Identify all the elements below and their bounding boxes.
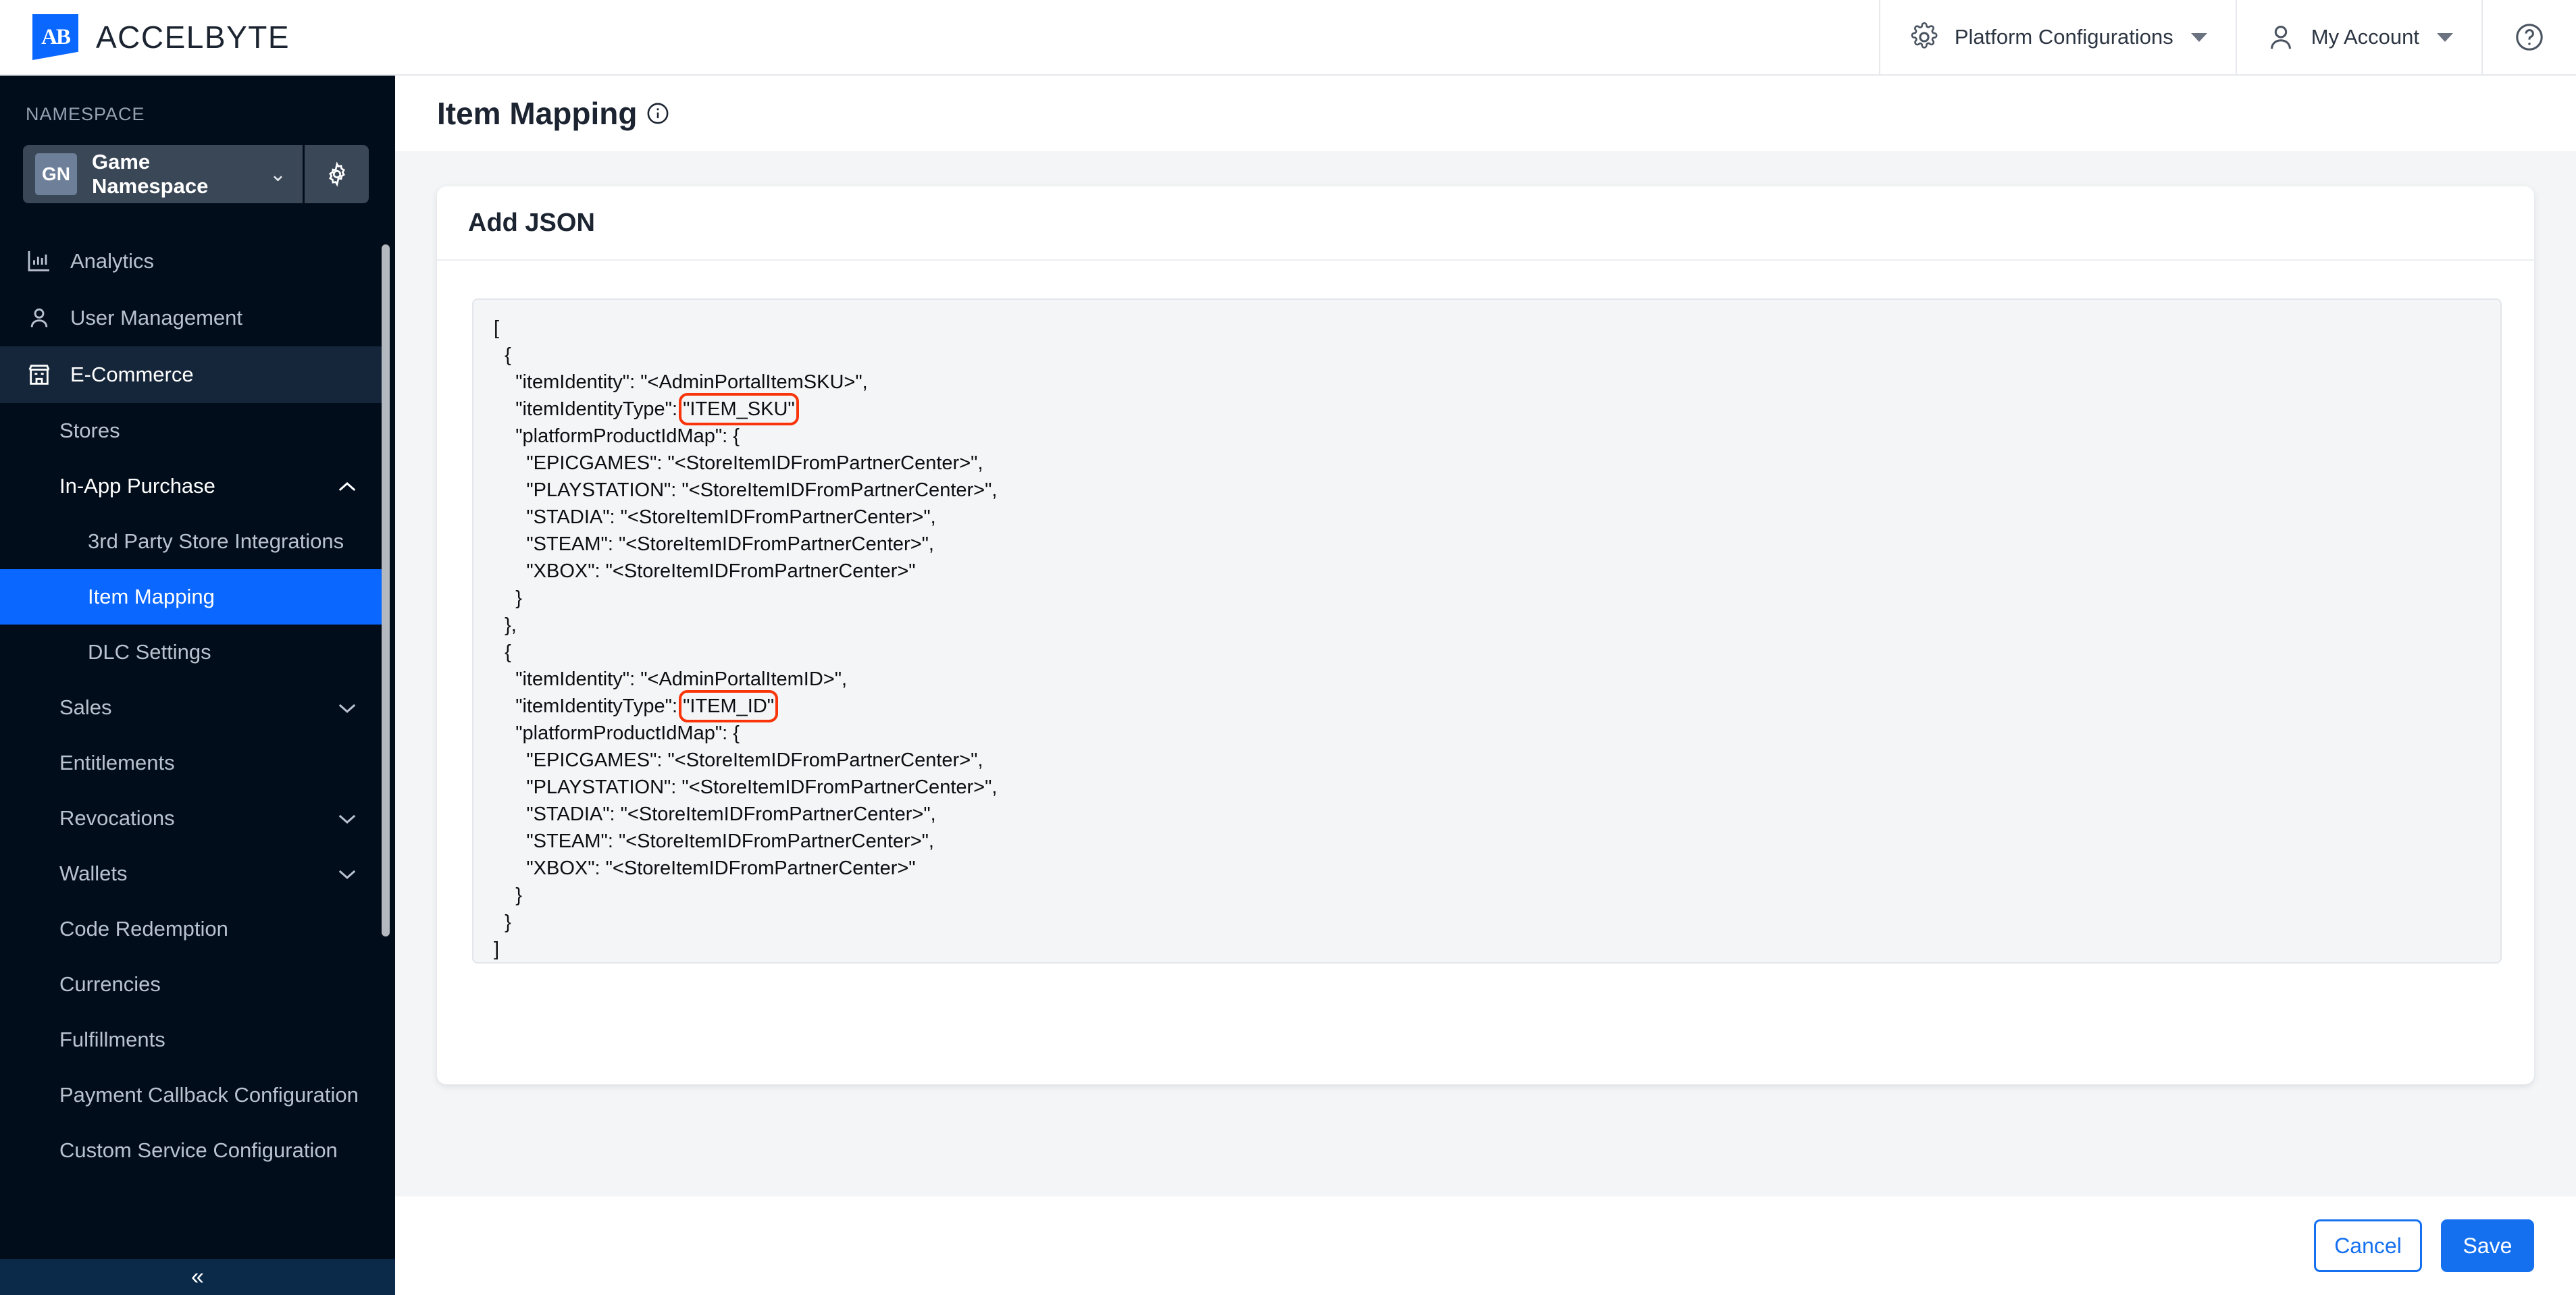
platform-configurations-menu[interactable]: Platform Configurations — [1878, 0, 2236, 75]
sidebar-item-sales[interactable]: Sales — [0, 680, 387, 735]
namespace-select[interactable]: GN Game Namespace ⌄ — [23, 145, 303, 203]
sidebar-item-label: Analytics — [70, 249, 155, 273]
page-title: Item Mapping — [437, 96, 638, 131]
sidebar-item-e-commerce[interactable]: E-Commerce — [0, 346, 387, 403]
sidebar-item-label: E-Commerce — [70, 363, 194, 386]
sidebar: NAMESPACE GN Game Namespace ⌄ Analytics U… — [0, 76, 395, 1295]
code-segment-2: , "platformProductIdMap": { "EPICGAMES":… — [505, 398, 998, 717]
sidebar-item-label: Item Mapping — [88, 585, 215, 608]
chevron-down-icon — [2190, 32, 2207, 42]
sidebar-item-payment-callback-configuration[interactable]: Payment Callback Configuration — [0, 1067, 387, 1123]
brand-logo[interactable]: AB ACCELBYTE — [32, 14, 290, 60]
gear-icon — [1911, 22, 1938, 49]
accelbyte-logo-icon: AB — [32, 14, 78, 60]
save-button[interactable]: Save — [2441, 1219, 2534, 1272]
sidebar-item-item-mapping[interactable]: Item Mapping — [0, 569, 387, 625]
namespace-settings-button[interactable] — [303, 145, 369, 203]
namespace-picker: GN Game Namespace ⌄ — [23, 145, 369, 203]
my-account-menu[interactable]: My Account — [2235, 0, 2481, 75]
info-icon[interactable] — [646, 102, 669, 125]
sidebar-scrollbar[interactable] — [382, 244, 390, 936]
namespace-section-label: NAMESPACE — [26, 104, 145, 124]
sidebar-item-label: Payment Callback Configuration — [59, 1083, 359, 1107]
collapse-chevrons-icon: « — [191, 1264, 204, 1290]
sidebar-collapse-button[interactable]: « — [0, 1259, 395, 1295]
sidebar-item-user-management[interactable]: User Management — [0, 290, 387, 346]
code-segment-1: [ { "itemIdentity": "<AdminPortalItemSKU… — [494, 317, 868, 420]
sidebar-item-label: 3rd Party Store Integrations — [88, 529, 344, 553]
sidebar-nav: Analytics User Management E-Commerce Stores… — [0, 233, 395, 1178]
chevron-down-icon — [337, 806, 357, 830]
sidebar-item-fulfillments[interactable]: Fulfillments — [0, 1012, 387, 1067]
chevron-down-icon: ⌄ — [269, 163, 286, 186]
sidebar-item-label: DLC Settings — [88, 640, 211, 664]
chevron-down-icon — [337, 862, 357, 886]
sidebar-item-code-redemption[interactable]: Code Redemption — [0, 901, 387, 957]
chevron-down-icon — [337, 695, 357, 720]
sidebar-item-stores[interactable]: Stores — [0, 403, 387, 458]
sidebar-item-entitlements[interactable]: Entitlements — [0, 735, 387, 791]
sidebar-item-label: In-App Purchase — [59, 474, 215, 498]
footer-actions: Cancel Save — [395, 1196, 2576, 1295]
sidebar-item-dlc-settings[interactable]: DLC Settings — [0, 625, 387, 680]
sidebar-item-label: Wallets — [59, 862, 128, 885]
page-header: Item Mapping — [395, 76, 2576, 151]
namespace-name: Game Namespace — [92, 150, 209, 198]
card-title: Add JSON — [437, 186, 2534, 261]
top-bar: AB ACCELBYTE Platform Configurations My … — [0, 0, 2576, 76]
sidebar-item-currencies[interactable]: Currencies — [0, 957, 387, 1012]
json-code-editor[interactable]: [ { "itemIdentity": "<AdminPortalItemSKU… — [472, 298, 2502, 963]
chart-bar-icon — [26, 248, 53, 275]
code-segment-3: , "platformProductIdMap": { "EPICGAMES":… — [494, 695, 998, 960]
help-circle-icon — [2516, 24, 2543, 51]
sidebar-item-label: Fulfillments — [59, 1028, 165, 1051]
store-icon — [26, 361, 53, 388]
sidebar-item-3rd-party-store-integrations[interactable]: 3rd Party Store Integrations — [0, 514, 387, 569]
sidebar-item-label: Code Redemption — [59, 917, 228, 941]
namespace-avatar: GN — [35, 153, 77, 195]
sidebar-item-custom-service-configuration[interactable]: Custom Service Configuration — [0, 1123, 387, 1178]
user-icon — [26, 305, 53, 332]
card-body: [ { "itemIdentity": "<AdminPortalItemSKU… — [437, 261, 2534, 1084]
sidebar-item-analytics[interactable]: Analytics — [0, 233, 387, 290]
platform-configurations-label: Platform Configurations — [1954, 25, 2173, 49]
chevron-down-icon — [2437, 32, 2453, 42]
sidebar-item-label: Currencies — [59, 972, 161, 996]
sidebar-item-wallets[interactable]: Wallets — [0, 846, 387, 901]
add-json-card: Add JSON [ { "itemIdentity": "<AdminPort… — [437, 186, 2534, 1084]
sidebar-item-label: Custom Service Configuration — [59, 1138, 338, 1162]
sidebar-item-label: Revocations — [59, 806, 175, 830]
sidebar-item-label: Stores — [59, 419, 120, 442]
sidebar-item-in-app-purchase[interactable]: In-App Purchase — [0, 458, 387, 514]
brand-name: ACCELBYTE — [96, 20, 290, 55]
sidebar-item-label: Entitlements — [59, 751, 175, 774]
user-icon — [2270, 26, 2291, 49]
main-content: Item Mapping Add JSON [ { "itemIdentity"… — [395, 76, 2576, 1295]
sidebar-item-label: User Management — [70, 306, 243, 329]
top-bar-actions: Platform Configurations My Account — [1878, 0, 2576, 75]
my-account-label: My Account — [2311, 25, 2419, 49]
gear-icon — [328, 161, 345, 187]
sidebar-item-revocations[interactable]: Revocations — [0, 791, 387, 846]
cancel-button[interactable]: Cancel — [2314, 1219, 2422, 1272]
help-button[interactable] — [2481, 0, 2576, 75]
chevron-up-icon — [337, 474, 357, 498]
content-area: Add JSON [ { "itemIdentity": "<AdminPort… — [395, 151, 2576, 1196]
highlight-item-id: "ITEM_ID" — [679, 690, 779, 722]
highlight-item-sku: "ITEM_SKU" — [679, 393, 799, 425]
sidebar-item-label: Sales — [59, 695, 112, 719]
